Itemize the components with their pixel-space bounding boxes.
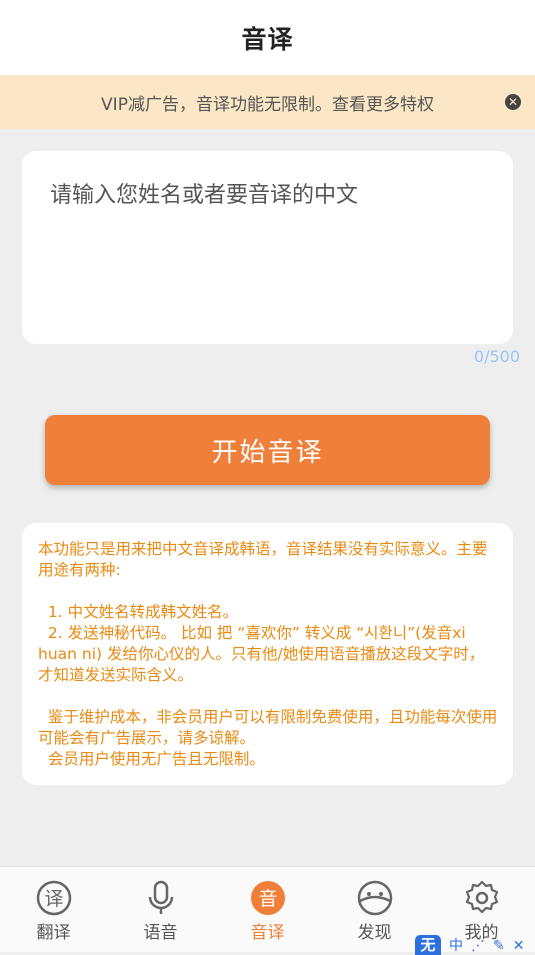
ime-logo[interactable]: 无 <box>415 935 441 955</box>
vip-promo-text[interactable]: VIP减广告，音译功能无限制。查看更多特权 <box>101 90 434 115</box>
start-transliteration-button[interactable]: 开始音译 <box>45 415 490 485</box>
tab-voice[interactable]: 语音 <box>107 867 214 952</box>
tab-translate[interactable]: 译 翻译 <box>0 867 107 952</box>
tab-label: 语音 <box>143 923 178 943</box>
description-line: 鉴于维护成本，非会员用户可以有限制免费使用，且功能每次使用可能会有广告展示，请多… <box>38 708 498 747</box>
tab-transliterate[interactable]: 音 音译 <box>214 867 321 952</box>
app-header: 音译 <box>0 0 535 75</box>
vip-promo-banner[interactable]: VIP减广告，音译功能无限制。查看更多特权 ✕ <box>0 75 535 129</box>
character-counter: 0/500 <box>473 347 520 366</box>
svg-text:译: 译 <box>44 888 63 910</box>
tab-label: 发现 <box>357 923 392 943</box>
description-card: 本功能只是用来把中文音译成韩语，音译结果没有实际意义。主要用途有两种: 1. 中… <box>22 523 513 785</box>
ime-pen-icon[interactable]: ✎ <box>493 938 505 954</box>
description-line: 2. 发送神秘代码。 比如 把 “喜欢你” 转义成 “시환니”(发音xi hua… <box>38 624 485 684</box>
chinese-text-input[interactable] <box>50 177 485 318</box>
page-title: 音译 <box>241 24 294 54</box>
ime-chinese-toggle[interactable]: 中 <box>449 938 463 954</box>
translate-icon: 译 <box>36 880 71 916</box>
svg-text:音: 音 <box>258 888 277 910</box>
settings-icon <box>465 880 498 914</box>
description-line: 本功能只是用来把中文音译成韩语，音译结果没有实际意义。主要用途有两种: <box>38 540 488 579</box>
ime-dots-icon[interactable]: ⋰ <box>471 938 485 954</box>
input-card <box>22 151 513 344</box>
description-line: 会员用户使用无广告且无限制。 <box>38 750 265 768</box>
close-icon[interactable]: ✕ <box>505 94 521 110</box>
description-line: 1. 中文姓名转成韩文姓名。 <box>38 603 239 621</box>
ime-close-icon[interactable]: ✕ <box>513 938 525 954</box>
transliterate-icon: 音 <box>250 881 285 915</box>
tab-discover[interactable]: 发现 <box>321 867 428 952</box>
discover-icon <box>357 880 392 916</box>
tab-label: 音译 <box>250 923 285 943</box>
microphone-icon <box>148 880 173 914</box>
tab-label: 翻译 <box>36 923 71 943</box>
input-method-toolbar: 无 中 ⋰ ✎ ✕ <box>415 935 535 955</box>
